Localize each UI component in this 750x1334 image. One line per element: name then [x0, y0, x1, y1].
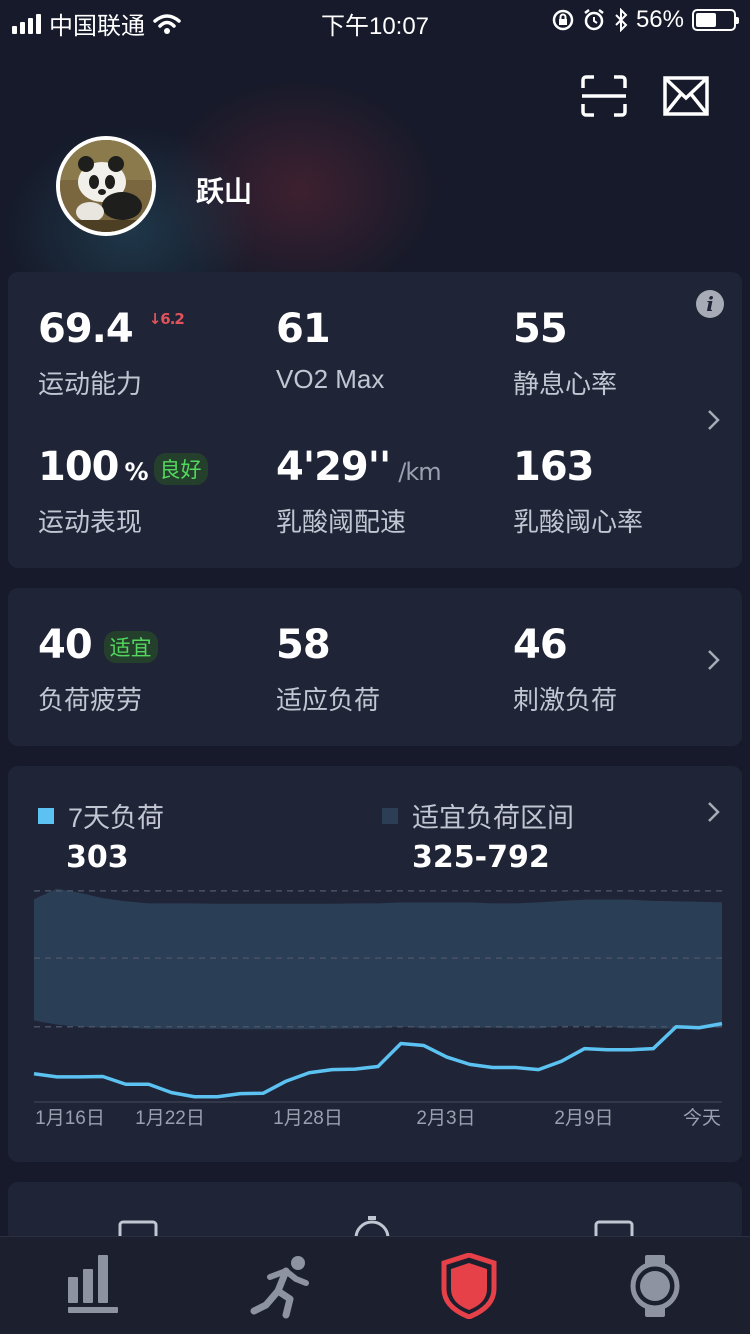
bottom-tab-bar	[0, 1236, 750, 1334]
shield-icon[interactable]	[434, 1253, 504, 1319]
adaptive-load-label: 适应负荷	[276, 685, 381, 715]
chevron-right-icon[interactable]	[706, 648, 722, 672]
sport-ability-label: 运动能力	[38, 369, 143, 399]
battery-icon	[692, 9, 739, 31]
metric-lactate-pace: 4'29''/km 乳酸阈配速	[276, 444, 442, 539]
performance-unit: %	[124, 458, 149, 486]
metric-load-fatigue: 40 适宜 负荷疲劳	[38, 622, 158, 717]
partial-card-icons	[0, 1214, 750, 1236]
battery-percent: 56%	[635, 6, 684, 33]
metric-sport-ability: 69.4 ↓6.2 运动能力	[38, 306, 185, 401]
x-tick-label: 2月9日	[554, 1108, 613, 1129]
adaptive-load-value: 58	[276, 622, 331, 668]
performance-value: 100	[38, 444, 119, 490]
7day-load-line	[33, 1021, 723, 1099]
lactate-pace-value: 4'29''	[276, 444, 391, 490]
load-fatigue-value: 40	[38, 622, 93, 668]
sport-ability-delta: ↓6.2	[148, 310, 185, 328]
lactate-pace-label: 乳酸阈配速	[276, 507, 407, 537]
metric-adaptive-load: 58 适应负荷	[276, 622, 380, 717]
stopwatch-icon	[354, 1216, 390, 1236]
x-tick-label: 1月22日	[135, 1108, 205, 1129]
runner-icon[interactable]	[248, 1253, 318, 1319]
metric-vo2max: 61 VO2 Max	[276, 306, 384, 395]
x-tick-label: 1月28日	[273, 1108, 343, 1129]
vo2max-value: 61	[276, 306, 331, 352]
info-icon[interactable]: i	[696, 290, 724, 318]
x-tick-label: 1月16日	[35, 1108, 105, 1129]
metric-resting-hr: 55 静息心率	[513, 306, 617, 401]
lactate-hr-value: 163	[513, 444, 595, 490]
sport-ability-value: 69.4	[38, 306, 134, 352]
optimal-range-band	[34, 888, 722, 1030]
metric-stimulus-load: 46 刺激负荷	[513, 622, 617, 717]
metric-lactate-hr: 163 乳酸阈心率	[513, 444, 643, 539]
chevron-right-icon[interactable]	[706, 408, 722, 432]
stimulus-load-label: 刺激负荷	[513, 685, 618, 715]
training-load-card[interactable]: 40 适宜 负荷疲劳 58 适应负荷 46 刺激负荷	[8, 588, 742, 746]
mail-icon[interactable]	[662, 74, 710, 118]
load-fatigue-label: 负荷疲劳	[38, 685, 143, 715]
load-chart-card[interactable]: 7天负荷 303 适宜负荷区间 325-792 1月16日 1月22日 1月28日 2…	[8, 766, 742, 1162]
panda-avatar-image	[60, 140, 152, 232]
x-tick-label: 2月3日	[416, 1108, 475, 1129]
avatar[interactable]	[56, 136, 156, 236]
performance-label: 运动表现	[38, 507, 143, 537]
username: 跃山	[196, 176, 253, 207]
rotation-lock-icon	[552, 9, 574, 31]
device-icon	[594, 1220, 634, 1236]
alarm-icon	[584, 9, 604, 31]
vo2max-label: VO2 Max	[276, 364, 385, 394]
load-chart: 1月16日 1月22日 1月28日 2月3日 2月9日 今天	[33, 888, 723, 1129]
lactate-pace-unit: /km	[398, 458, 441, 486]
scan-icon[interactable]	[580, 74, 628, 118]
stimulus-load-value: 46	[513, 622, 568, 668]
resting-hr-label: 静息心率	[513, 369, 618, 399]
lactate-hr-label: 乳酸阈心率	[513, 507, 644, 537]
performance-badge: 良好	[153, 453, 208, 485]
resting-hr-value: 55	[513, 306, 568, 352]
bluetooth-icon	[615, 8, 628, 32]
watch-icon[interactable]	[620, 1253, 690, 1319]
status-bar: 中国联通 下午10:07 56%	[0, 0, 750, 40]
load-fatigue-badge: 适宜	[103, 631, 158, 663]
bar-chart-icon[interactable]	[58, 1253, 128, 1319]
fitness-metrics-card[interactable]: i 69.4 ↓6.2 运动能力 61 VO2 Max 55 静息心率 100% 良…	[8, 272, 742, 568]
calendar-icon	[118, 1220, 158, 1236]
x-tick-label: 今天	[683, 1107, 721, 1129]
metric-performance: 100% 良好 运动表现	[38, 444, 208, 539]
